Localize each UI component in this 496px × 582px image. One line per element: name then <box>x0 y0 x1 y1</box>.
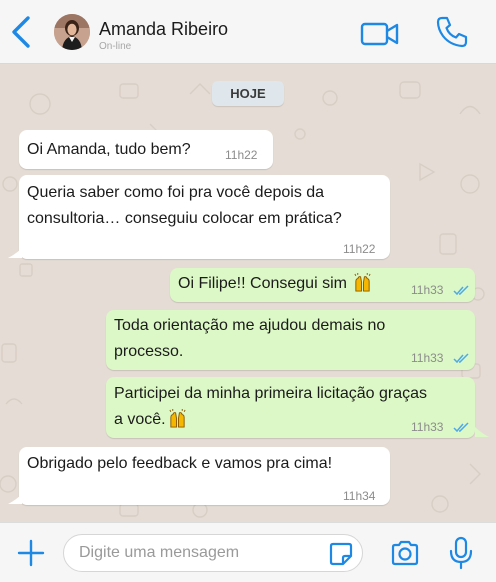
message-text: Oi Filipe!! Consegui sim <box>178 271 372 297</box>
message-input[interactable] <box>63 534 363 572</box>
chat-area[interactable]: HOJE Oi Amanda, tudo bem? 11h22 Queria s… <box>0 64 496 522</box>
message-line: Queria saber como foi pra você depois da <box>27 184 325 201</box>
read-ticks-icon <box>453 422 469 433</box>
avatar[interactable] <box>54 14 90 50</box>
phone-icon[interactable] <box>434 14 470 50</box>
message-bubble-outgoing[interactable]: Oi Filipe!! Consegui sim 11h33 <box>170 268 475 302</box>
message-time: 11h33 <box>411 351 444 365</box>
message-line-with-emoji: a você. <box>114 407 427 433</box>
message-time: 11h22 <box>343 242 376 256</box>
message-text: Participei da minha primeira licitação g… <box>114 381 427 433</box>
message-time: 11h33 <box>411 420 444 434</box>
message-bubble-incoming[interactable]: Queria saber como foi pra você depois da… <box>19 175 390 259</box>
message-text: Toda orientação me ajudou demais no proc… <box>114 313 385 365</box>
contact-status: On-line <box>99 41 132 52</box>
message-text: Queria saber como foi pra você depois da… <box>27 180 342 232</box>
read-ticks-icon <box>453 353 469 364</box>
message-line: Oi Filipe!! Consegui sim <box>178 275 347 292</box>
date-label: HOJE <box>212 81 284 106</box>
message-line: Participei da minha primeira licitação g… <box>114 385 428 402</box>
bubble-tail <box>8 248 22 258</box>
message-text: Obrigado pelo feedback e vamos pra cima! <box>27 451 332 477</box>
message-time: 11h34 <box>343 489 376 503</box>
sticker-icon[interactable] <box>328 541 354 567</box>
message-line: Oi Amanda, tudo bem? <box>27 141 191 158</box>
bubble-tail <box>8 494 22 504</box>
message-line: processo. <box>114 343 184 360</box>
read-ticks-icon <box>453 285 469 296</box>
chat-header: Amanda Ribeiro On-line <box>0 0 496 64</box>
contact-name[interactable]: Amanda Ribeiro <box>99 19 228 40</box>
message-text: Oi Amanda, tudo bem? <box>27 137 191 163</box>
message-bubble-outgoing[interactable]: Participei da minha primeira licitação g… <box>106 377 475 438</box>
message-bubble-incoming[interactable]: Obrigado pelo feedback e vamos pra cima!… <box>19 447 390 505</box>
message-line: a você. <box>114 411 166 428</box>
message-time: 11h33 <box>411 283 444 297</box>
message-composer <box>0 522 496 582</box>
camera-icon[interactable] <box>390 539 420 567</box>
back-chevron-icon[interactable] <box>8 14 34 50</box>
message-line: Toda orientação me ajudou demais no <box>114 317 386 334</box>
message-time: 11h22 <box>225 148 258 162</box>
plus-icon[interactable] <box>16 538 46 568</box>
message-line: Obrigado pelo feedback e vamos pra cima! <box>27 455 333 472</box>
video-camera-icon[interactable] <box>360 20 400 48</box>
raised-hands-emoji <box>354 273 371 292</box>
bubble-tail <box>475 427 489 437</box>
message-line: consultoria… conseguiu colocar em prátic… <box>27 210 342 227</box>
message-bubble-outgoing[interactable]: Toda orientação me ajudou demais no proc… <box>106 310 475 370</box>
microphone-icon[interactable] <box>449 536 473 570</box>
raised-hands-emoji <box>169 409 186 428</box>
message-bubble-incoming[interactable]: Oi Amanda, tudo bem? 11h22 <box>19 130 273 169</box>
